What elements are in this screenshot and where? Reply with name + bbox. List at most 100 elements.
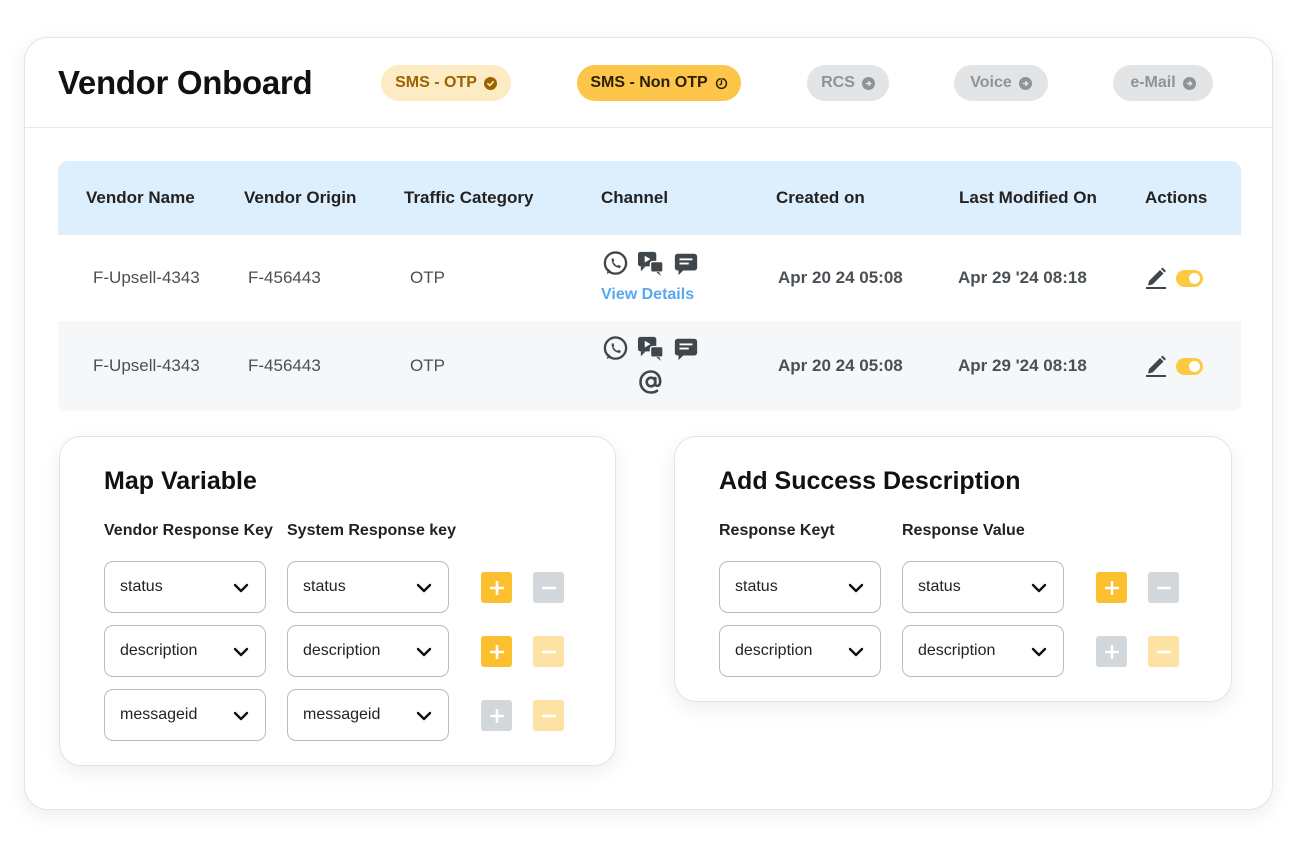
table-row: F-Upsell-4343 F-456443 OTP Apr 20 24 05:… [58,321,1241,411]
add-row-button[interactable] [481,700,512,731]
toggle-knob [1189,361,1200,372]
select-value: status [918,578,961,595]
vendor-key-select[interactable]: status [104,561,266,613]
column-header: Vendor Origin [244,188,357,207]
response-key-select[interactable]: status [719,561,881,613]
channel-icons [602,335,699,362]
add-row-button[interactable] [481,572,512,603]
vendor-table: Vendor Name Vendor Origin Traffic Catego… [58,161,1241,411]
header: Vendor Onboard SMS - OTP SMS - Non OTP R… [25,38,1272,128]
plus-icon [489,644,504,659]
system-key-select[interactable]: description [287,625,449,677]
map-variable-panel: Map Variable Vendor Response Key System … [59,436,616,766]
rcs-chat-icon [637,335,664,362]
whatsapp-icon [602,335,629,362]
arrow-right-circle-icon [1018,76,1032,90]
chevron-down-icon [416,708,432,724]
plus-icon [489,708,504,723]
tab-sms-otp[interactable]: SMS - OTP [381,65,511,101]
vendor-name: F-Upsell-4343 [93,268,200,287]
panel-title: Map Variable [104,467,257,495]
edit-icon[interactable] [1145,353,1167,377]
sms-icon [672,250,699,277]
edit-icon[interactable] [1145,265,1167,289]
tab-voice[interactable]: Voice [954,65,1048,101]
column-header: Channel [601,188,669,207]
vendor-origin: F-456443 [248,356,321,375]
column-header: Last Modified On [959,188,1097,207]
add-row-button[interactable] [1096,572,1127,603]
enable-toggle[interactable] [1176,270,1203,287]
tab-label: Voice [970,74,1012,91]
column-header: Vendor Name [86,188,195,207]
traffic-category: OTP [410,356,445,375]
add-row-button[interactable] [1096,636,1127,667]
response-key-select[interactable]: description [719,625,881,677]
minus-icon [1156,645,1171,659]
remove-row-button[interactable] [1148,572,1179,603]
vendor-key-select[interactable]: messageid [104,689,266,741]
table-header: Vendor Name Vendor Origin Traffic Catego… [58,161,1241,235]
chevron-down-icon [416,580,432,596]
chevron-down-icon [1031,644,1047,660]
traffic-category: OTP [410,268,445,287]
toggle-knob [1189,273,1200,284]
tab-rcs[interactable]: RCS [807,65,889,101]
arrow-right-circle-icon [1182,76,1196,90]
timer-icon [715,76,728,90]
arrow-right-circle-icon [861,76,875,90]
chevron-down-icon [1031,580,1047,596]
column-label: Response Value [902,522,1025,539]
tab-label: SMS - OTP [395,74,477,91]
panel-title: Add Success Description [719,467,1021,495]
minus-icon [541,645,556,659]
add-row-button[interactable] [481,636,512,667]
email-at-icon [638,369,664,395]
vendor-onboard-card: Vendor Onboard SMS - OTP SMS - Non OTP R… [24,37,1273,810]
response-value-select[interactable]: description [902,625,1064,677]
remove-row-button[interactable] [1148,636,1179,667]
column-header: Created on [776,188,865,207]
chevron-down-icon [233,580,249,596]
select-value: status [303,578,346,595]
table-row: F-Upsell-4343 F-456443 OTP View Details … [58,235,1241,321]
plus-icon [1104,580,1119,595]
plus-icon [1104,644,1119,659]
chevron-down-icon [416,644,432,660]
select-value: description [120,642,198,659]
minus-icon [541,581,556,595]
created-on: Apr 20 24 05:08 [778,356,903,375]
vendor-key-select[interactable]: description [104,625,266,677]
last-modified-on: Apr 29 '24 08:18 [958,268,1087,287]
column-header: Traffic Category [404,188,534,207]
plus-icon [489,580,504,595]
chevron-down-icon [233,708,249,724]
rcs-chat-icon [637,250,664,277]
column-label: Response Keyt [719,522,835,539]
remove-row-button[interactable] [533,572,564,603]
tab-label: RCS [821,74,855,91]
sms-icon [672,335,699,362]
channel-icons [602,250,699,277]
remove-row-button[interactable] [533,636,564,667]
last-modified-on: Apr 29 '24 08:18 [958,356,1087,375]
view-details-link[interactable]: View Details [601,286,694,304]
system-key-select[interactable]: messageid [287,689,449,741]
chevron-down-icon [233,644,249,660]
vendor-origin: F-456443 [248,268,321,287]
created-on: Apr 20 24 05:08 [778,268,903,287]
check-circle-icon [483,76,497,90]
select-value: description [303,642,381,659]
system-key-select[interactable]: status [287,561,449,613]
chevron-down-icon [848,644,864,660]
select-value: messageid [120,706,198,723]
minus-icon [1156,581,1171,595]
column-header: Actions [1145,188,1208,207]
tab-email[interactable]: e-Mail [1113,65,1213,101]
channel-tabs: SMS - OTP SMS - Non OTP RCS Voice e-Mail [25,65,1272,101]
select-value: messageid [303,706,381,723]
enable-toggle[interactable] [1176,358,1203,375]
remove-row-button[interactable] [533,700,564,731]
response-value-select[interactable]: status [902,561,1064,613]
tab-sms-non-otp[interactable]: SMS - Non OTP [577,65,741,101]
